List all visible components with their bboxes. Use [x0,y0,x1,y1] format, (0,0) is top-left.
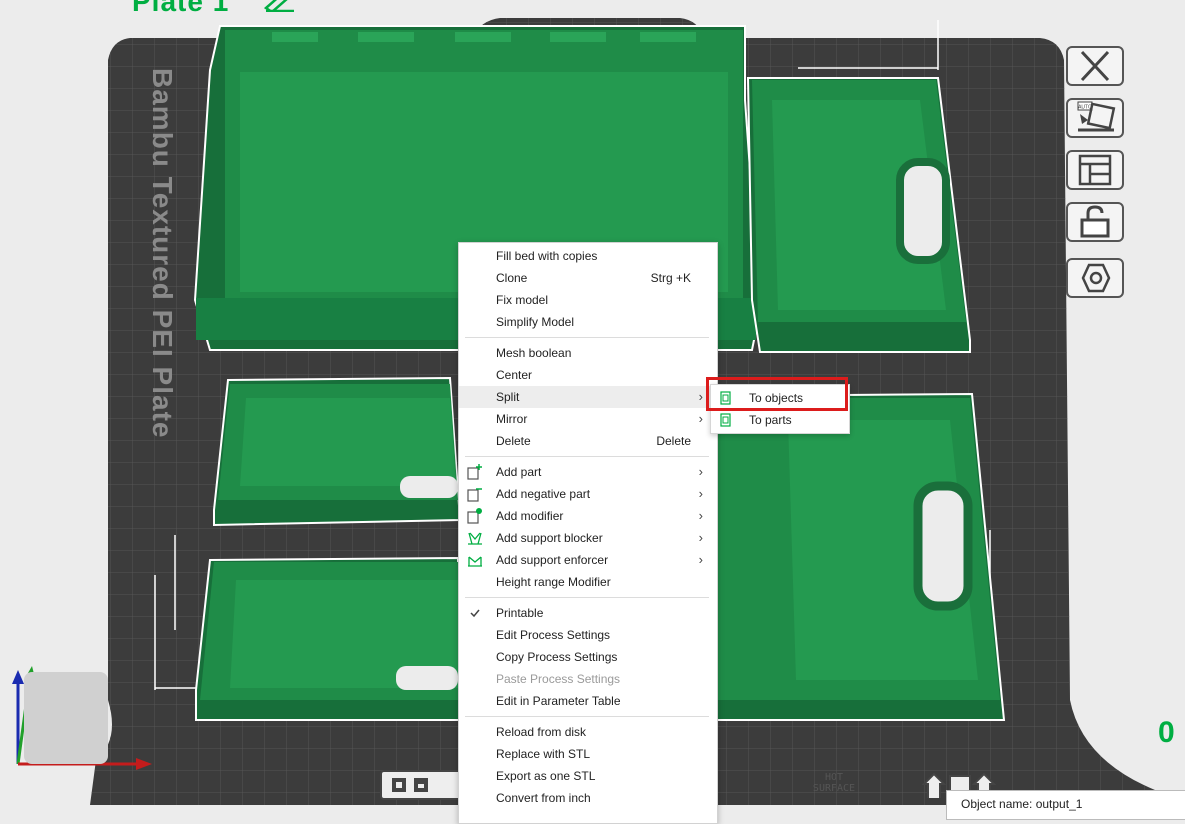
menu-item-label: Reload from disk [496,725,587,739]
menu-item-label: Center [496,368,533,382]
chevron-right-icon: › [698,530,703,545]
plate-settings-button[interactable] [1066,258,1124,298]
support-blocker-icon [467,530,483,546]
chevron-right-icon: › [698,552,703,567]
hot-surface-label: HOT SURFACE [812,772,856,794]
menu-separator [465,716,709,717]
close-plate-button[interactable] [1066,46,1124,86]
lock-plate-button[interactable] [1066,202,1124,242]
chevron-right-icon: › [698,486,703,501]
menu-item-label: Simplify Model [496,315,575,329]
add-modifier-icon [467,508,483,524]
context-menu: Fill bed with copies Clone Strg +K Fix mode… [458,242,718,824]
menu-item-add-support-blocker[interactable]: Add support blocker › [459,527,715,549]
check-icon [467,605,483,621]
model-lid-upper[interactable] [746,77,971,353]
menu-item-edit-in-parameter-table[interactable]: Edit in Parameter Table [459,690,715,712]
menu-item-reload-from-disk[interactable]: Reload from disk [459,721,715,743]
menu-item-label: Delete [496,434,531,448]
menu-item-convert-from-inch[interactable]: Convert from inch [459,787,715,809]
menu-item-mesh-boolean[interactable]: Mesh boolean [459,342,715,364]
menu-item-label: Copy Process Settings [496,650,618,664]
submenu-item-label: To parts [749,413,792,427]
menu-item-delete[interactable]: Delete Delete [459,430,715,452]
chevron-right-icon: › [698,508,703,523]
menu-item-split[interactable]: Split › [459,386,715,408]
menu-item-label: Printable [496,606,544,620]
menu-item-label: Convert from inch [496,791,591,805]
model-lid-right[interactable] [713,392,1006,721]
menu-separator [465,597,709,598]
menu-separator [465,337,709,338]
submenu-item-to-parts[interactable]: To parts [711,409,847,431]
model-lid-middle[interactable] [213,376,462,527]
menu-item-label: Edit in Parameter Table [496,694,621,708]
menu-item-replace-with-stl[interactable]: Replace with STL [459,743,715,765]
menu-item-add-support-enforcer[interactable]: Add support enforcer › [459,549,715,571]
menu-item-label: Add support blocker [496,531,603,545]
chevron-right-icon: › [698,464,703,479]
plate-toolbar-icons [392,778,428,792]
add-negative-part-icon [467,486,483,502]
menu-item-export-as-one-stl[interactable]: Export as one STL [459,765,715,787]
menu-item-height-range-modifier[interactable]: Height range Modifier [459,571,715,593]
menu-separator [465,456,709,457]
plate-title[interactable]: Plate 1 [132,0,229,18]
menu-item-label: Add part [496,465,542,479]
view-cube-pad[interactable] [24,672,108,764]
menu-item-mirror[interactable]: Mirror › [459,408,715,430]
object-name-panel: Object name: output_1 [946,790,1185,820]
support-enforcer-icon [467,552,483,568]
menu-item-label: Replace with STL [496,747,591,761]
menu-item-shortcut: Strg +K [650,271,691,285]
menu-item-add-modifier[interactable]: Add modifier › [459,505,715,527]
chevron-right-icon: › [698,411,703,426]
menu-item-fix-model[interactable]: Fix model [459,289,715,311]
highlight-to-objects [706,377,848,411]
edit-plate-name-icon[interactable] [262,0,296,12]
menu-item-label: Add support enforcer [496,553,609,567]
menu-item-label: Split [496,390,520,404]
menu-item-printable[interactable]: Printable [459,602,715,624]
auto-arrange-button[interactable]: AUTO [1066,98,1124,138]
menu-item-simplify-model[interactable]: Simplify Model [459,311,715,333]
menu-item-label: Height range Modifier [496,575,611,589]
bed-plate-label: Bambu Textured PEI Plate [147,68,178,439]
layout-button[interactable] [1066,150,1124,190]
menu-item-label: Fix model [496,293,549,307]
split-parts-icon [720,413,732,427]
menu-item-label: Mirror [496,412,528,426]
menu-item-add-negative-part[interactable]: Add negative part › [459,483,715,505]
lock-icon [1080,205,1110,238]
menu-item-label: Clone [496,271,528,285]
menu-item-add-part[interactable]: Add part › [459,461,715,483]
chevron-right-icon: › [698,389,703,404]
menu-item-edit-process-settings[interactable]: Edit Process Settings [459,624,715,646]
menu-item-copy-process-settings[interactable]: Copy Process Settings [459,646,715,668]
auto-arrange-icon: AUTO [1077,101,1116,132]
menu-item-center[interactable]: Center [459,364,715,386]
model-lid-lower[interactable] [195,556,462,721]
menu-item-label: Edit Process Settings [496,628,611,642]
menu-item-shortcut: Delete [656,434,691,448]
hexagon-icon [1081,263,1111,293]
menu-item-paste-process-settings: Paste Process Settings [459,668,715,690]
add-part-icon [467,464,483,480]
plate-bottom-toolbar[interactable] [380,770,470,800]
layout-icon [1078,154,1112,186]
menu-item-label: Paste Process Settings [496,672,621,686]
side-indicator: 0 [1158,716,1175,749]
menu-item-label: Export as one STL [496,769,596,783]
menu-item-label: Add modifier [496,509,564,523]
menu-item-label: Mesh boolean [496,346,572,360]
menu-item-label: Fill bed with copies [496,249,598,263]
menu-item-fill-bed-with-copies[interactable]: Fill bed with copies [459,245,715,267]
close-icon [1080,50,1110,82]
menu-item-label: Add negative part [496,487,591,501]
menu-item-clone[interactable]: Clone Strg +K [459,267,715,289]
